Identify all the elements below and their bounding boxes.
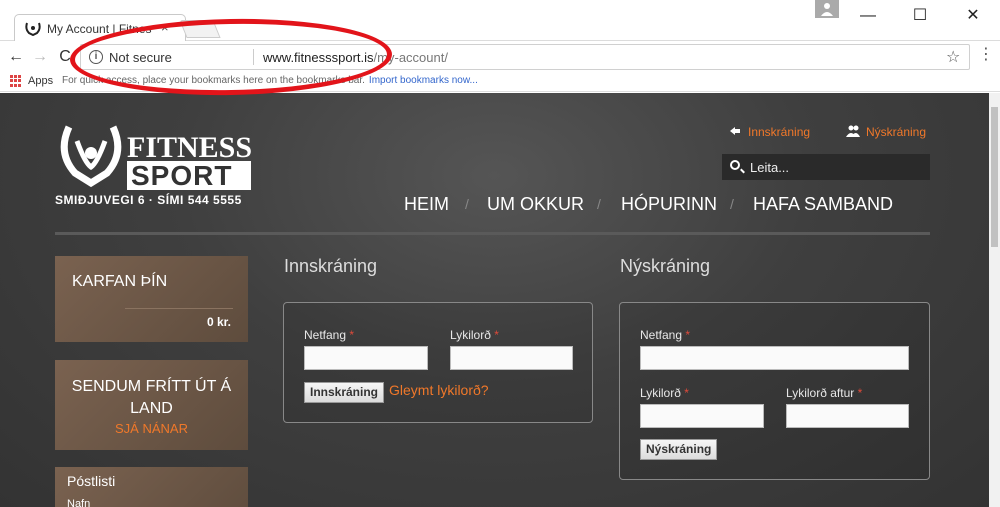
free-shipping-title: SENDUM FRÍTT ÚT Á LAND (71, 378, 232, 417)
register-title: Nýskráning (620, 256, 711, 276)
login-password-label-text: Lykilorð (450, 328, 491, 342)
nav-item-um-okkur[interactable]: UM OKKUR (487, 194, 584, 215)
register-password-label: Lykilorð * (640, 386, 689, 400)
register-password-label-text: Lykilorð (640, 386, 681, 400)
fitness-logo-icon (25, 22, 41, 36)
logo-word-fitness: FITNESS (127, 131, 253, 164)
free-shipping-box[interactable]: SENDUM FRÍTT ÚT Á LAND SJÁ NÁNAR (55, 360, 248, 450)
login-email-field[interactable] (304, 346, 428, 370)
register-password-again-field[interactable] (786, 404, 909, 428)
bookmarks-hint-text: For quick access, place your bookmarks h… (62, 75, 365, 86)
login-panel: Netfang * Lykilorð * Innskráning Gleymt … (283, 302, 593, 423)
bookmarks-bar: Apps For quick access, place your bookma… (0, 72, 1000, 92)
forgot-password-link[interactable]: Gleymt lykilorð? (389, 382, 489, 398)
tab-title: My Account | Fitness... (47, 22, 152, 36)
login-password-field[interactable] (450, 346, 573, 370)
apps-label[interactable]: Apps (28, 75, 53, 87)
free-shipping-link[interactable]: SJÁ NÁNAR (55, 421, 248, 436)
cart-title: KARFAN ÞÍN (72, 273, 168, 290)
url-host: www.fitnesssport.is (263, 50, 374, 65)
page-scrollbar[interactable] (989, 93, 1000, 507)
bookmarks-hint: For quick access, place your bookmarks h… (62, 75, 478, 86)
required-mark: * (494, 328, 499, 342)
browser-titlebar: My Account | Fitness... × — ☐ ✕ (0, 0, 1000, 42)
register-email-label: Netfang * (640, 328, 690, 342)
info-icon[interactable]: i (89, 50, 103, 64)
nav-item-hafa-samband[interactable]: HAFA SAMBAND (753, 194, 893, 215)
top-register-link[interactable]: Nýskráning (846, 125, 926, 139)
login-submit-button[interactable]: Innskráning (304, 382, 385, 403)
cart-divider (125, 308, 233, 309)
users-icon (846, 125, 860, 137)
search-input[interactable] (750, 158, 920, 176)
cart-total: 0 kr. (206, 315, 231, 329)
nav-separator: / (465, 196, 469, 212)
browser-tab[interactable]: My Account | Fitness... × (14, 14, 186, 42)
required-mark: * (857, 386, 863, 400)
login-title: Innskráning (284, 256, 378, 276)
minimize-icon[interactable]: — (858, 6, 878, 26)
browser-toolbar: ← → C i Not secure www.fitnesssport.is/m… (0, 41, 1000, 72)
nav-separator: / (730, 196, 734, 212)
forward-icon[interactable]: → (30, 47, 50, 67)
scrollbar-thumb[interactable] (991, 107, 998, 247)
required-mark: * (685, 328, 691, 342)
register-panel: Netfang * Lykilorð * Lykilorð aftur * Ný… (619, 302, 930, 480)
register-password-input[interactable] (641, 405, 763, 427)
login-email-label-text: Netfang (304, 328, 347, 342)
top-login-label: Innskráning (748, 125, 811, 139)
cart-box[interactable]: KARFAN ÞÍN 0 kr. (55, 256, 248, 342)
reload-icon[interactable]: C (55, 47, 75, 67)
login-email-input[interactable] (305, 347, 427, 369)
login-email-label: Netfang * (304, 328, 354, 342)
nav-item-hopurinn[interactable]: HÓPURINN (621, 194, 717, 215)
new-tab-button[interactable] (179, 20, 221, 38)
required-mark: * (349, 328, 355, 342)
logo-sport-box: SPORT (127, 161, 251, 190)
search-icon[interactable] (730, 160, 740, 170)
top-login-link[interactable]: Innskráning (728, 125, 810, 139)
nav-separator: / (597, 196, 601, 212)
top-register-label: Nýskráning (866, 125, 927, 139)
register-password-again-label-text: Lykilorð aftur (786, 386, 855, 400)
maximize-icon[interactable]: ☐ (910, 6, 930, 26)
nav-item-heim[interactable]: HEIM (404, 194, 449, 215)
url-text[interactable]: www.fitnesssport.is/my-account/ (263, 50, 448, 65)
bookmark-star-icon[interactable]: ☆ (946, 47, 960, 67)
apps-icon[interactable] (10, 75, 22, 87)
login-password-label: Lykilorð * (450, 328, 499, 342)
browser-menu-icon[interactable]: ⋮ (978, 47, 994, 63)
register-submit-button[interactable]: Nýskráning (640, 439, 718, 460)
site-search[interactable] (722, 154, 930, 180)
register-email-input[interactable] (641, 347, 908, 369)
site-logo[interactable]: FITNESS SPORT SMIÐJUVEGI 6 · SÍMI 544 55… (55, 123, 255, 207)
nav-divider (55, 232, 930, 235)
close-window-icon[interactable]: ✕ (963, 6, 983, 26)
login-icon (730, 127, 740, 135)
newsletter-box: Póstlisti Nafn (55, 467, 248, 507)
register-email-field[interactable] (640, 346, 909, 370)
logo-emblem-icon (60, 125, 122, 188)
register-password-field[interactable] (640, 404, 764, 428)
tab-close-icon[interactable]: × (161, 20, 169, 35)
import-bookmarks-link[interactable]: Import bookmarks now... (369, 75, 478, 86)
required-mark: * (684, 386, 689, 400)
omnibox-divider (253, 49, 254, 65)
register-password-again-label: Lykilorð aftur * (786, 386, 862, 400)
login-password-input[interactable] (451, 347, 572, 369)
url-path: /my-account/ (373, 50, 448, 65)
back-icon[interactable]: ← (6, 47, 26, 67)
newsletter-name-label: Nafn (67, 498, 91, 507)
newsletter-title: Póstlisti (67, 473, 116, 489)
address-bar[interactable]: i Not secure www.fitnesssport.is/my-acco… (80, 44, 970, 70)
logo-address: SMIÐJUVEGI 6 · SÍMI 544 5555 (55, 193, 242, 207)
security-label[interactable]: Not secure (109, 50, 172, 65)
website-viewport: FITNESS SPORT SMIÐJUVEGI 6 · SÍMI 544 55… (0, 93, 989, 507)
register-email-label-text: Netfang (640, 328, 683, 342)
logo-word-sport: SPORT (131, 160, 233, 191)
register-password-again-input[interactable] (787, 405, 908, 427)
profile-icon[interactable] (815, 0, 839, 18)
